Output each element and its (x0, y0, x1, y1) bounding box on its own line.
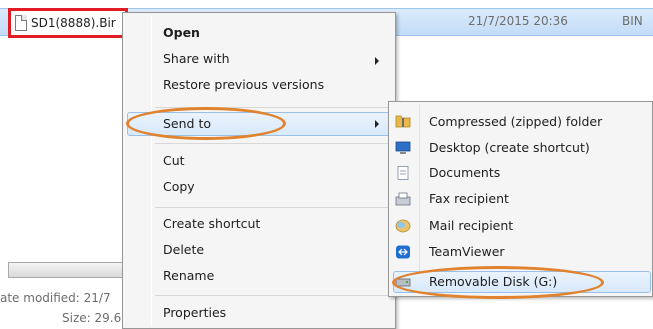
submenu-item-fax-recipient[interactable]: Fax recipient (429, 191, 509, 206)
submenu-item-mail-recipient[interactable]: Mail recipient (429, 218, 513, 233)
menu-separator (155, 143, 391, 144)
menu-item-share-with[interactable]: Share with (163, 51, 230, 66)
fax-icon (395, 192, 411, 206)
details-size: Size: 29.6 (62, 311, 122, 325)
menu-separator (155, 207, 391, 208)
menu-item-properties[interactable]: Properties (163, 305, 226, 320)
zip-folder-icon (395, 115, 411, 128)
removable-disk-annotation-oval (392, 266, 604, 299)
submenu-item-compressed-folder[interactable]: Compressed (zipped) folder (429, 114, 602, 129)
file-name: SD1(8888).Bir (31, 16, 116, 30)
share-with-arrow-icon (375, 57, 379, 65)
menu-separator (155, 295, 391, 296)
file-icon (15, 15, 27, 31)
menu-item-restore-previous-versions[interactable]: Restore previous versions (163, 77, 324, 92)
menu-item-cut[interactable]: Cut (163, 153, 185, 168)
submenu-item-teamviewer[interactable]: TeamViewer (429, 244, 505, 259)
teamviewer-icon (396, 245, 410, 259)
send-to-arrow-icon (375, 120, 379, 128)
desktop-icon (395, 141, 411, 154)
context-menu: Open Share with Restore previous version… (122, 12, 396, 329)
mail-icon (395, 219, 411, 233)
file-type: BIN (622, 14, 643, 28)
file-date: 21/7/2015 20:36 (468, 14, 568, 28)
details-date-modified: ate modified: 21/7 (0, 291, 111, 305)
submenu-item-desktop[interactable]: Desktop (create shortcut) (429, 140, 590, 155)
menu-item-copy[interactable]: Copy (163, 179, 195, 194)
menu-item-create-shortcut[interactable]: Create shortcut (163, 216, 260, 231)
menu-item-rename[interactable]: Rename (163, 268, 214, 283)
menu-item-delete[interactable]: Delete (163, 242, 204, 257)
menu-item-open[interactable]: Open (163, 25, 200, 40)
send-to-annotation-oval (126, 107, 286, 140)
horizontal-scrollbar[interactable] (8, 262, 124, 278)
submenu-item-documents[interactable]: Documents (429, 165, 500, 180)
file-name-highlight[interactable]: SD1(8888).Bir (8, 8, 128, 38)
submenu-gutter (419, 104, 420, 294)
menu-gutter (151, 15, 152, 326)
documents-icon (397, 166, 409, 180)
